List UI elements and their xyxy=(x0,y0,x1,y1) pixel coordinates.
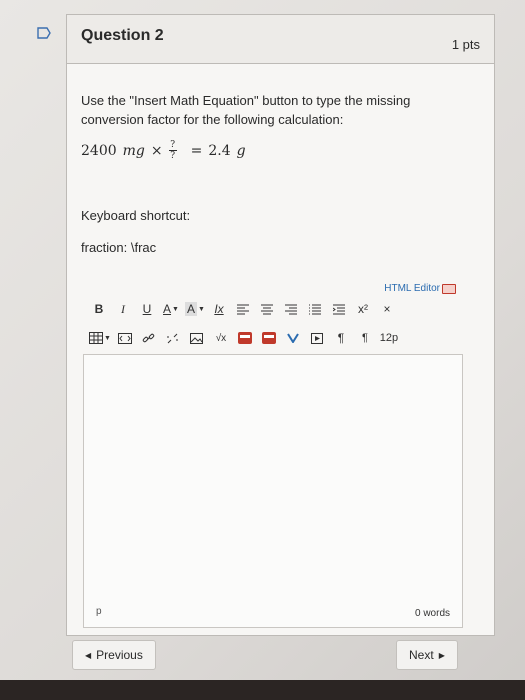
background-color-button[interactable]: A ▼ xyxy=(183,300,207,318)
text-color-button[interactable]: A ▼ xyxy=(159,300,183,318)
media-icon[interactable] xyxy=(305,329,329,347)
table-icon xyxy=(89,332,103,344)
chevron-left-icon: ◀ xyxy=(85,650,92,660)
rich-text-editor[interactable]: p 0 words xyxy=(83,354,463,628)
html-editor-label: HTML Editor xyxy=(384,283,440,294)
rtl-paragraph-label: ¶ xyxy=(361,332,368,344)
word-count: 0 words xyxy=(414,608,450,619)
numbered-list-icon[interactable] xyxy=(327,300,351,318)
chevron-down-icon: ▼ xyxy=(104,334,111,342)
vimeo-icon[interactable] xyxy=(281,329,305,347)
italic-button[interactable]: I xyxy=(111,300,135,318)
underline-button[interactable]: U xyxy=(135,300,159,318)
previous-button[interactable]: ◀ Previous xyxy=(72,640,156,670)
equation-fraction: ? ? xyxy=(168,140,177,161)
insert-math-equation-button[interactable]: √x xyxy=(209,329,233,347)
superscript-button[interactable]: x² xyxy=(351,300,375,318)
equation-right-unit: g xyxy=(236,142,246,159)
equation: 2400 mg × ? ? = 2.4 g xyxy=(81,140,246,161)
rtl-paragraph-icon[interactable]: ¶ xyxy=(353,329,377,347)
shortcut-value: fraction: \frac xyxy=(81,240,157,255)
bold-button[interactable]: B xyxy=(87,300,111,318)
question-header: Question 2 1 pts xyxy=(67,15,494,64)
editor-toolbar-row-2: ▼ √x ¶ ¶ 12p xyxy=(87,329,401,347)
fraction-numerator: ? xyxy=(170,140,176,150)
align-center-icon[interactable] xyxy=(255,300,279,318)
unlink-icon[interactable] xyxy=(161,329,185,347)
clear-formatting-button[interactable]: Ix xyxy=(207,300,231,318)
question-title: Question 2 xyxy=(81,27,164,44)
font-size-select[interactable]: 12p xyxy=(377,329,401,347)
equation-right-value: 2.4 xyxy=(208,142,231,159)
equation-operator: × xyxy=(150,142,163,159)
link-icon[interactable] xyxy=(137,329,161,347)
keyboard-icon xyxy=(442,283,456,294)
image-icon[interactable] xyxy=(185,329,209,347)
bottom-bar xyxy=(0,680,525,700)
table-button[interactable]: ▼ xyxy=(87,329,113,347)
background-color-label: A xyxy=(185,302,198,316)
flag-question-icon[interactable] xyxy=(37,27,51,39)
equation-equals: = xyxy=(190,142,203,159)
editor-path: p xyxy=(96,606,102,617)
html-editor-link[interactable]: HTML Editor xyxy=(384,283,456,294)
chevron-down-icon: ▼ xyxy=(198,305,205,313)
chevron-right-icon: ▶ xyxy=(438,650,445,660)
chevron-down-icon: ▼ xyxy=(172,305,179,313)
ltr-paragraph-label: ¶ xyxy=(337,331,345,345)
question-card: Question 2 1 pts Use the "Insert Math Eq… xyxy=(66,14,495,636)
next-button[interactable]: Next ▶ xyxy=(396,640,458,670)
align-left-icon[interactable] xyxy=(231,300,255,318)
fraction-denominator: ? xyxy=(170,151,176,161)
bullet-list-icon[interactable] xyxy=(303,300,327,318)
shortcut-label: Keyboard shortcut: xyxy=(81,208,191,223)
embed-media-icon[interactable] xyxy=(113,329,137,347)
question-prompt: Use the "Insert Math Equation" button to… xyxy=(81,93,411,127)
subscript-button[interactable]: × xyxy=(375,300,399,318)
question-points: 1 pts xyxy=(451,37,480,52)
equation-left-unit: mg xyxy=(122,142,145,159)
youtube-icon[interactable] xyxy=(257,329,281,347)
equation-left-value: 2400 xyxy=(81,142,117,159)
youtube-icon[interactable] xyxy=(233,329,257,347)
ltr-paragraph-icon[interactable]: ¶ xyxy=(329,329,353,347)
next-label: Next xyxy=(409,648,434,662)
editor-toolbar-row-1: B I U A ▼ A ▼ Ix x² × xyxy=(87,300,399,318)
page-background: Question 2 1 pts Use the "Insert Math Eq… xyxy=(0,0,525,700)
align-right-icon[interactable] xyxy=(279,300,303,318)
previous-label: Previous xyxy=(96,648,143,662)
text-color-label: A xyxy=(163,302,172,316)
